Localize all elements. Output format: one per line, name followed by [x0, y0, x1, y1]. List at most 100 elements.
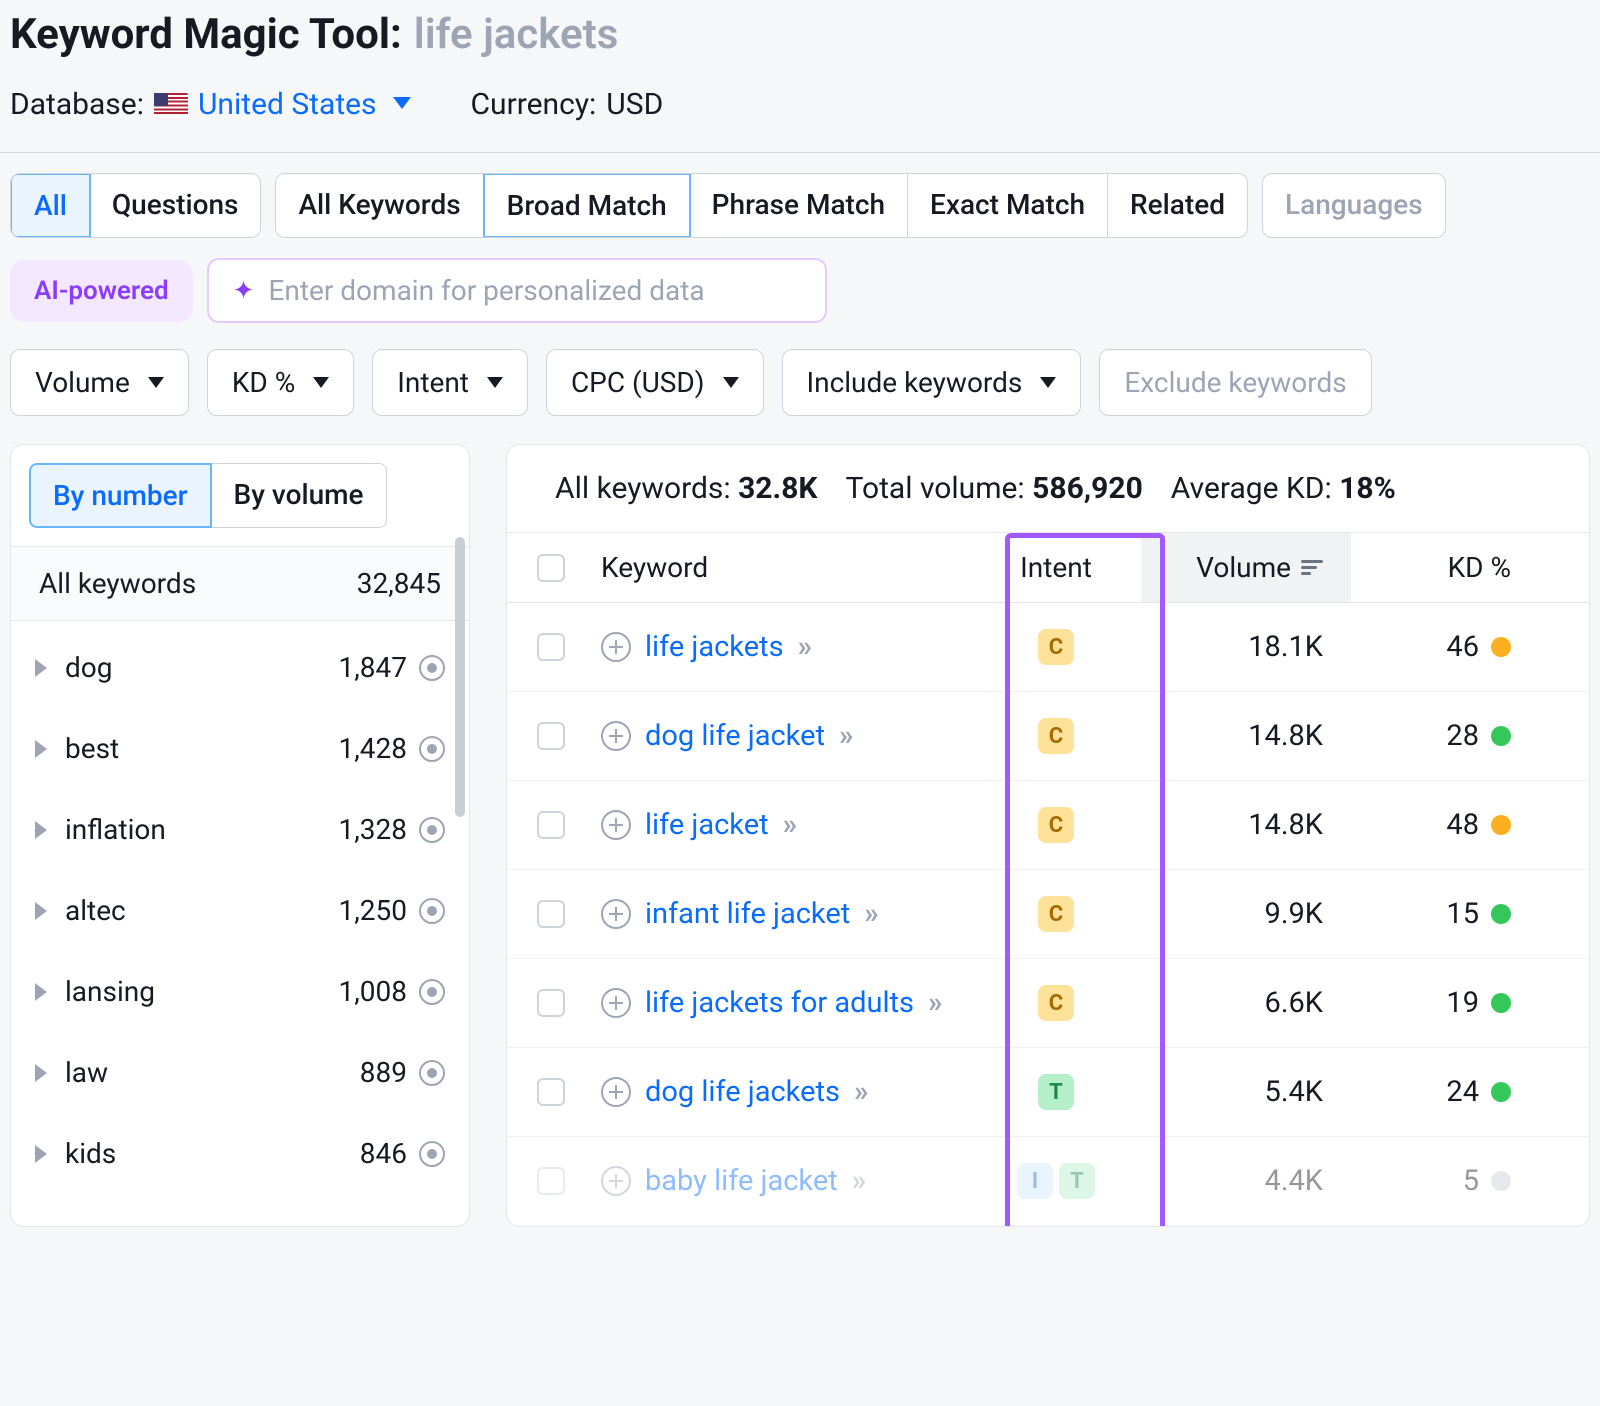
keyword-link[interactable]: life jackets [645, 630, 784, 664]
chevron-double-right-icon[interactable]: » [783, 808, 794, 842]
sidebar-summary-label: All keywords [39, 567, 196, 600]
sidebar-item-label: best [65, 732, 119, 765]
database-selector[interactable]: Database: United States [10, 87, 411, 122]
tab-exact-match[interactable]: Exact Match [908, 174, 1108, 237]
chevron-double-right-icon[interactable]: » [928, 986, 939, 1020]
tab-all-keywords[interactable]: All Keywords [276, 174, 483, 237]
intent-badge: C [1038, 985, 1074, 1021]
col-volume[interactable]: Volume [1141, 533, 1351, 602]
keyword-link[interactable]: baby life jacket [645, 1164, 838, 1198]
intent-badge: I [1017, 1163, 1053, 1199]
tab-all[interactable]: All [10, 173, 91, 238]
tab-broad-match[interactable]: Broad Match [483, 173, 691, 238]
eye-icon[interactable] [419, 817, 445, 843]
filter-include[interactable]: Include keywords [782, 349, 1082, 416]
eye-icon[interactable] [419, 736, 445, 762]
row-checkbox[interactable] [537, 811, 565, 839]
filter-kd[interactable]: KD % [207, 349, 354, 416]
add-icon[interactable] [601, 1077, 631, 1107]
add-icon[interactable] [601, 721, 631, 751]
kd-value: 48 [1446, 808, 1479, 842]
row-checkbox[interactable] [537, 900, 565, 928]
chevron-right-icon [35, 1145, 47, 1163]
sidebar-summary[interactable]: All keywords 32,845 [11, 546, 469, 621]
filter-cpc[interactable]: CPC (USD) [546, 349, 764, 416]
row-checkbox[interactable] [537, 1078, 565, 1106]
sidebar-item[interactable]: lansing 1,008 [11, 951, 469, 1032]
domain-placeholder: Enter domain for personalized data [268, 274, 704, 307]
table-row: baby life jacket » IT 4.4K 5 [507, 1137, 1589, 1226]
add-icon[interactable] [601, 1166, 631, 1196]
sidebar-tab-by-volume[interactable]: By volume [212, 463, 387, 528]
table-header: Keyword Intent Volume KD % [507, 533, 1589, 603]
eye-icon[interactable] [419, 1060, 445, 1086]
kd-value: 28 [1446, 719, 1479, 753]
filter-intent[interactable]: Intent [372, 349, 528, 416]
chevron-double-right-icon[interactable]: » [798, 630, 809, 664]
difficulty-dot-icon [1491, 1082, 1511, 1102]
keyword-link[interactable]: life jacket [645, 808, 769, 842]
col-keyword[interactable]: Keyword [601, 551, 971, 584]
currency-label: Currency: [471, 87, 597, 122]
row-checkbox[interactable] [537, 633, 565, 661]
row-checkbox[interactable] [537, 1167, 565, 1195]
sidebar-item[interactable]: kids 846 [11, 1113, 469, 1194]
tab-languages[interactable]: Languages [1263, 174, 1445, 237]
kd-value: 5 [1463, 1164, 1479, 1198]
query-text: life jackets [414, 10, 619, 59]
currency-display: Currency: USD [471, 87, 664, 122]
keyword-link[interactable]: dog life jacket [645, 719, 825, 753]
eye-icon[interactable] [419, 1141, 445, 1167]
sidebar-item-count: 889 [360, 1056, 407, 1089]
tab-phrase-match[interactable]: Phrase Match [690, 174, 908, 237]
groups-sidebar: By number By volume All keywords 32,845 … [10, 444, 470, 1227]
chevron-double-right-icon[interactable]: » [854, 1075, 865, 1109]
filter-volume[interactable]: Volume [10, 349, 189, 416]
sidebar-item[interactable]: law 889 [11, 1032, 469, 1113]
volume-value: 6.6K [1141, 986, 1351, 1020]
keyword-link[interactable]: life jackets for adults [645, 986, 914, 1020]
keyword-link[interactable]: dog life jackets [645, 1075, 840, 1109]
chevron-right-icon [35, 983, 47, 1001]
sparkle-icon: ✦ [233, 276, 255, 306]
add-icon[interactable] [601, 810, 631, 840]
chevron-double-right-icon[interactable]: » [864, 897, 875, 931]
add-icon[interactable] [601, 988, 631, 1018]
tab-questions[interactable]: Questions [90, 174, 261, 237]
sidebar-item-label: altec [65, 894, 126, 927]
scrollbar[interactable] [455, 537, 465, 817]
row-checkbox[interactable] [537, 722, 565, 750]
col-intent[interactable]: Intent [971, 551, 1141, 584]
sidebar-item-label: inflation [65, 813, 166, 846]
chevron-double-right-icon[interactable]: » [852, 1164, 863, 1198]
filter-exclude[interactable]: Exclude keywords [1099, 349, 1371, 416]
eye-icon[interactable] [419, 898, 445, 924]
kd-value: 24 [1446, 1075, 1479, 1109]
chevron-right-icon [35, 902, 47, 920]
table-row: infant life jacket » C 9.9K 15 [507, 870, 1589, 959]
tab-related[interactable]: Related [1108, 174, 1247, 237]
sidebar-item[interactable]: best 1,428 [11, 708, 469, 789]
chevron-double-right-icon[interactable]: » [839, 719, 850, 753]
sidebar-item[interactable]: dog 1,847 [11, 627, 469, 708]
eye-icon[interactable] [419, 979, 445, 1005]
difficulty-dot-icon [1491, 637, 1511, 657]
col-kd[interactable]: KD % [1351, 551, 1521, 584]
currency-value: USD [606, 87, 663, 122]
sidebar-item-count: 1,847 [339, 651, 407, 684]
sidebar-item-label: lansing [65, 975, 155, 1008]
sidebar-item[interactable]: inflation 1,328 [11, 789, 469, 870]
difficulty-dot-icon [1491, 1171, 1511, 1191]
add-icon[interactable] [601, 899, 631, 929]
keyword-table: All keywords: 32.8K Total volume: 586,92… [506, 444, 1590, 1227]
domain-input[interactable]: ✦ Enter domain for personalized data [207, 258, 827, 323]
keyword-link[interactable]: infant life jacket [645, 897, 850, 931]
intent-badge: C [1038, 807, 1074, 843]
sidebar-item[interactable]: altec 1,250 [11, 870, 469, 951]
row-checkbox[interactable] [537, 989, 565, 1017]
eye-icon[interactable] [419, 655, 445, 681]
sidebar-tab-by-number[interactable]: By number [29, 463, 212, 528]
ai-powered-badge: AI-powered [10, 260, 193, 322]
add-icon[interactable] [601, 632, 631, 662]
select-all-checkbox[interactable] [537, 554, 565, 582]
